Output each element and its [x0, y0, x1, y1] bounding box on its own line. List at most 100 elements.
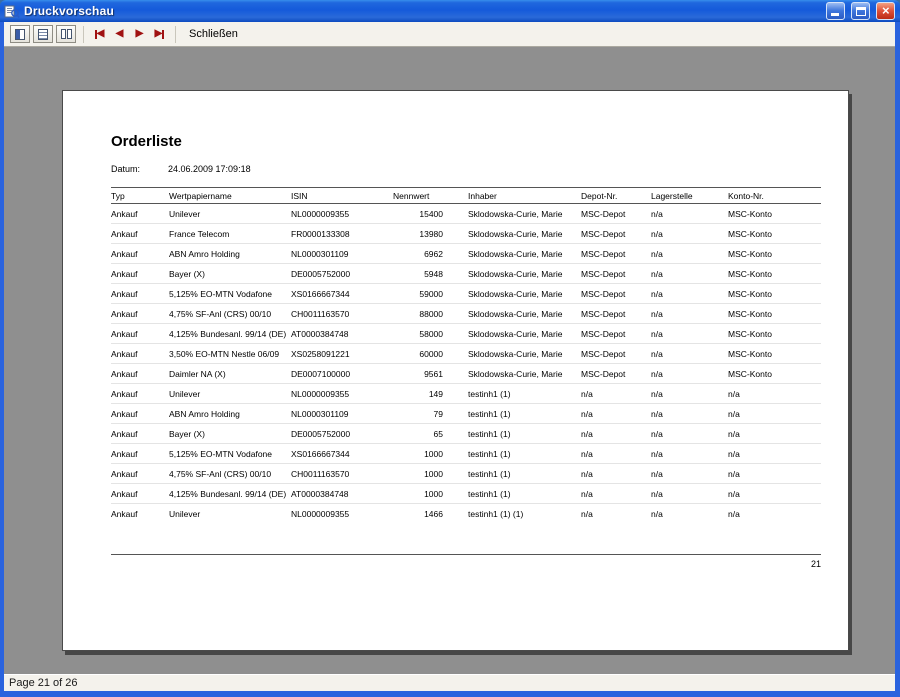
print-preview-icon: [4, 4, 20, 19]
table-cell: 59000: [393, 284, 443, 304]
table-cell: 58000: [393, 324, 443, 344]
table-cell: CH0011163570: [291, 464, 393, 484]
maximize-button[interactable]: [851, 2, 870, 20]
table-cell: MSC-Konto: [728, 244, 821, 264]
status-bar: Page 21 of 26: [4, 674, 895, 691]
table-cell: MSC-Depot: [581, 224, 651, 244]
table-cell: Sklodowska-Curie, Marie: [443, 244, 581, 264]
table-cell: n/a: [651, 344, 728, 364]
previous-page-button[interactable]: ◀: [111, 25, 128, 43]
table-cell: n/a: [728, 444, 821, 464]
report-title: Orderliste: [111, 133, 820, 150]
table-cell: Ankauf: [111, 224, 169, 244]
minimize-button[interactable]: [826, 2, 845, 20]
table-cell: n/a: [651, 384, 728, 404]
table-cell: n/a: [651, 364, 728, 384]
table-cell: n/a: [651, 464, 728, 484]
table-cell: Ankauf: [111, 244, 169, 264]
table-cell: testinh1 (1): [443, 464, 581, 484]
table-cell: Ankauf: [111, 404, 169, 424]
document-content: Orderliste Datum: 24.06.2009 17:09:18 Ty…: [63, 91, 848, 650]
table-cell: Sklodowska-Curie, Marie: [443, 284, 581, 304]
column-header: ISIN: [291, 188, 393, 204]
table-cell: n/a: [728, 404, 821, 424]
table-row: AnkaufBayer (X)DE000575200065testinh1 (1…: [111, 424, 821, 444]
close-icon: ×: [882, 3, 890, 19]
table-cell: n/a: [651, 304, 728, 324]
last-page-button[interactable]: ▶: [151, 25, 168, 43]
table-row: AnkaufBayer (X)DE00057520005948Sklodowsk…: [111, 264, 821, 284]
table-cell: Unilever: [169, 204, 291, 224]
table-cell: MSC-Konto: [728, 324, 821, 344]
table-cell: MSC-Konto: [728, 364, 821, 384]
table-row: AnkaufUnileverNL000000935515400Sklodowsk…: [111, 204, 821, 224]
table-cell: MSC-Depot: [581, 204, 651, 224]
table-cell: n/a: [651, 404, 728, 424]
table-cell: 4,75% SF-Anl (CRS) 00/10: [169, 464, 291, 484]
table-cell: MSC-Konto: [728, 204, 821, 224]
page-text-view-button[interactable]: [33, 25, 53, 43]
table-cell: France Telecom: [169, 224, 291, 244]
next-page-icon: ▶: [136, 29, 144, 39]
first-page-icon: ◀: [97, 29, 105, 39]
table-cell: MSC-Depot: [581, 284, 651, 304]
table-cell: MSC-Konto: [728, 304, 821, 324]
titlebar[interactable]: Druckvorschau ×: [0, 0, 900, 22]
table-cell: n/a: [728, 504, 821, 524]
table-cell: Unilever: [169, 504, 291, 524]
table-cell: 6962: [393, 244, 443, 264]
table-cell: Sklodowska-Curie, Marie: [443, 264, 581, 284]
table-cell: Ankauf: [111, 264, 169, 284]
table-cell: 1466: [393, 504, 443, 524]
table-cell: DE0005752000: [291, 264, 393, 284]
table-cell: XS0166667344: [291, 284, 393, 304]
table-cell: Daimler NA (X): [169, 364, 291, 384]
toolbar-separator: [83, 26, 84, 43]
single-page-view-icon: [15, 29, 25, 40]
table-cell: n/a: [728, 464, 821, 484]
table-cell: 4,125% Bundesanl. 99/14 (DE): [169, 484, 291, 504]
order-table-body: AnkaufUnileverNL000000935515400Sklodowsk…: [111, 204, 821, 524]
two-page-view-icon: [61, 29, 72, 39]
single-page-view-button[interactable]: [10, 25, 30, 43]
table-cell: 15400: [393, 204, 443, 224]
table-cell: n/a: [581, 464, 651, 484]
table-cell: Ankauf: [111, 504, 169, 524]
close-window-button[interactable]: ×: [876, 2, 895, 20]
table-row: Ankauf4,125% Bundesanl. 99/14 (DE)AT0000…: [111, 324, 821, 344]
table-cell: Sklodowska-Curie, Marie: [443, 344, 581, 364]
table-cell: 1000: [393, 464, 443, 484]
table-cell: 5,125% EO-MTN Vodafone: [169, 284, 291, 304]
table-cell: n/a: [651, 424, 728, 444]
order-table: TypWertpapiernameISINNennwertInhaberDepo…: [111, 187, 821, 524]
schliessen-button[interactable]: Schließen: [183, 26, 244, 42]
date-value: 24.06.2009 17:09:18: [168, 164, 251, 174]
table-cell: testinh1 (1) (1): [443, 504, 581, 524]
table-cell: n/a: [651, 284, 728, 304]
table-cell: 60000: [393, 344, 443, 364]
table-cell: testinh1 (1): [443, 444, 581, 464]
table-cell: n/a: [581, 504, 651, 524]
last-page-icon: ▶: [155, 29, 163, 39]
window-bottom-border: [0, 691, 900, 697]
table-cell: AT0000384748: [291, 484, 393, 504]
two-page-view-button[interactable]: [56, 25, 76, 43]
next-page-button[interactable]: ▶: [131, 25, 148, 43]
table-cell: MSC-Depot: [581, 364, 651, 384]
table-cell: CH0011163570: [291, 304, 393, 324]
date-label: Datum:: [111, 164, 168, 174]
table-cell: testinh1 (1): [443, 424, 581, 444]
first-page-button[interactable]: ◀: [91, 25, 108, 43]
table-cell: MSC-Konto: [728, 264, 821, 284]
table-cell: XS0258091221: [291, 344, 393, 364]
table-cell: NL0000301109: [291, 404, 393, 424]
table-row: Ankauf4,75% SF-Anl (CRS) 00/10CH00111635…: [111, 464, 821, 484]
table-cell: 149: [393, 384, 443, 404]
print-preview-window: Druckvorschau ×: [0, 0, 900, 697]
table-cell: ABN Amro Holding: [169, 404, 291, 424]
table-cell: Unilever: [169, 384, 291, 404]
table-cell: 1000: [393, 484, 443, 504]
table-row: Ankauf5,125% EO-MTN VodafoneXS0166667344…: [111, 444, 821, 464]
table-cell: Sklodowska-Curie, Marie: [443, 204, 581, 224]
document-page: Orderliste Datum: 24.06.2009 17:09:18 Ty…: [62, 90, 849, 651]
